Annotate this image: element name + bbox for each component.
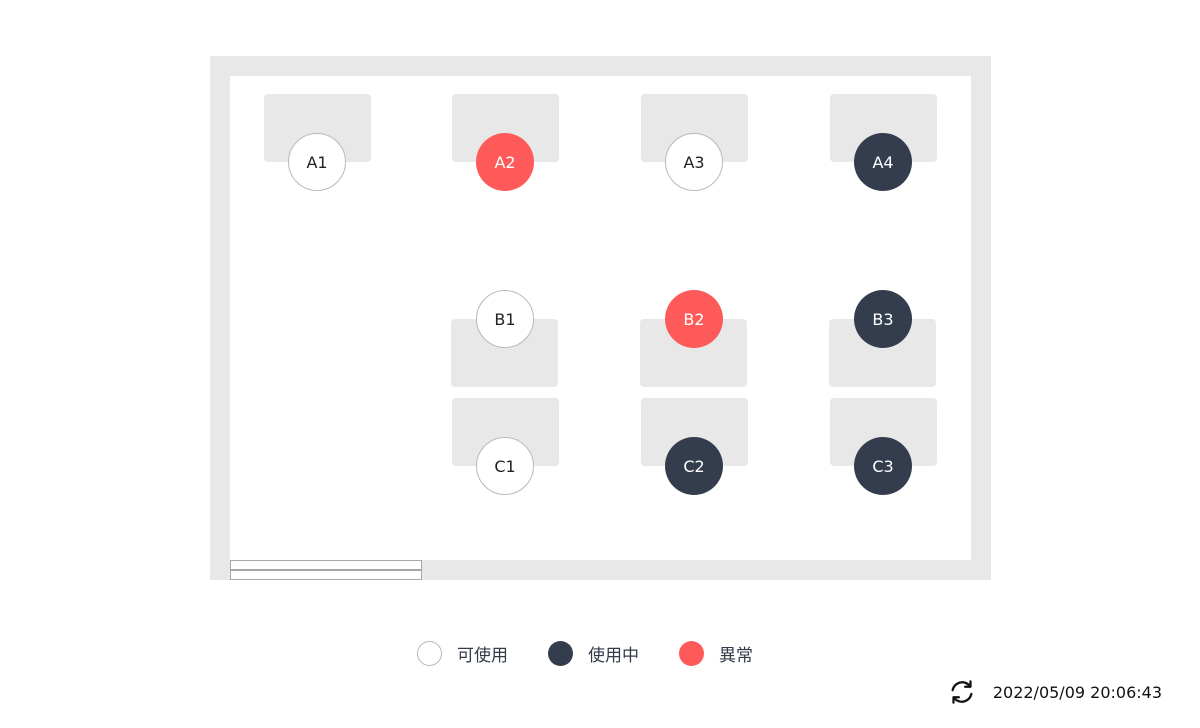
seat-c1[interactable]: C1 [476, 437, 534, 495]
seat-label: A3 [683, 152, 705, 172]
room-floor-plan: A1 A2 A3 A4 B1 B2 B3 C1 C2 C3 [210, 56, 991, 580]
seat-c3[interactable]: C3 [854, 437, 912, 495]
seat-label: C1 [494, 456, 516, 476]
seat-b1[interactable]: B1 [476, 290, 534, 348]
legend-item-in-use: 使用中 [548, 641, 639, 666]
in-use-dot-icon [548, 641, 573, 666]
last-updated-timestamp: 2022/05/09 20:06:43 [992, 682, 1162, 702]
seat-label: A1 [306, 152, 328, 172]
seat-label: B1 [494, 309, 516, 329]
seat-a1[interactable]: A1 [288, 133, 346, 191]
legend-item-error: 異常 [679, 641, 753, 666]
legend-item-available: 可使用 [417, 641, 508, 666]
door [230, 560, 422, 580]
seat-a3[interactable]: A3 [665, 133, 723, 191]
seat-label: C2 [683, 456, 705, 476]
available-dot-icon [417, 641, 442, 666]
legend-label-in-use: 使用中 [588, 646, 639, 666]
seat-c2[interactable]: C2 [665, 437, 723, 495]
seat-label: C3 [872, 456, 894, 476]
legend: 可使用 使用中 異常 [417, 641, 793, 666]
legend-label-error: 異常 [719, 646, 753, 666]
error-dot-icon [679, 641, 704, 666]
seat-label: A2 [494, 152, 516, 172]
seat-label: B2 [683, 309, 705, 329]
seat-label: A4 [872, 152, 894, 172]
legend-label-available: 可使用 [457, 646, 508, 666]
seat-a4[interactable]: A4 [854, 133, 912, 191]
refresh-icon[interactable] [947, 677, 977, 707]
seat-b2[interactable]: B2 [665, 290, 723, 348]
seat-a2[interactable]: A2 [476, 133, 534, 191]
seat-b3[interactable]: B3 [854, 290, 912, 348]
footer: 2022/05/09 20:06:43 [947, 677, 1162, 707]
seat-label: B3 [872, 309, 894, 329]
